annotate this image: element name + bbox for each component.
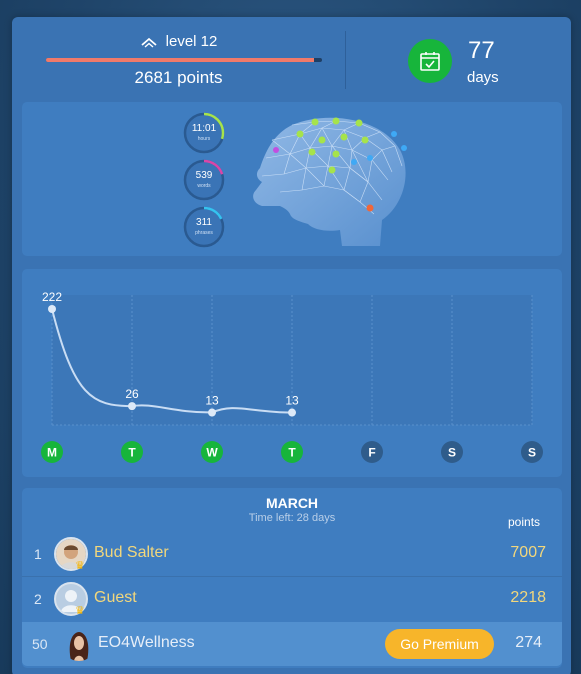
phrases-unit: phrases <box>195 230 213 236</box>
current-user-row[interactable]: 50 EO4Wellness Go Premium 274 <box>22 622 562 666</box>
level-line: level 12 <box>12 33 345 50</box>
chevron-up-icon <box>141 37 157 48</box>
data-point <box>128 402 136 411</box>
day-label: T <box>128 446 136 460</box>
level-block: level 12 2681 points <box>12 17 345 103</box>
player-name[interactable]: EO4Wellness <box>98 634 195 652</box>
phrases-ring: 311 phrases <box>183 206 225 248</box>
phrases-value: 311 <box>196 217 212 228</box>
words-ring: 539 words <box>183 159 225 201</box>
day-label: M <box>47 446 57 460</box>
level-progress-bar <box>46 58 322 62</box>
divider <box>345 31 346 89</box>
words-unit: words <box>197 183 211 189</box>
data-point <box>48 305 56 313</box>
day-label: S <box>528 446 536 460</box>
leaderboard-card: MARCH Time left: 28 days points 1 ♛ Bud … <box>22 488 562 668</box>
leaderboard-row[interactable]: 1 ♛ Bud Salter 7007 <box>22 532 562 576</box>
level-label: level 12 <box>165 33 218 50</box>
stats-header: level 12 2681 points 77 days <box>12 17 571 103</box>
day-label: S <box>448 446 456 460</box>
app-panel: level 12 2681 points 77 days 11:01 hours… <box>12 17 571 674</box>
crown-icon: ♛ <box>75 560 85 572</box>
brain-stats-card: 11:01 hours 539 words 311 phrases <box>22 102 562 256</box>
points-label: 2681 points <box>134 68 223 87</box>
day-label: T <box>288 446 296 460</box>
data-label: 222 <box>42 290 62 304</box>
rank: 1 <box>34 546 42 562</box>
weekly-points-chart: 222 26 13 13 M T W T F S S <box>41 290 543 463</box>
avatar <box>62 627 96 661</box>
data-label: 26 <box>125 387 139 401</box>
player-score: 2218 <box>510 589 546 606</box>
leaderboard-month: MARCH <box>265 495 319 511</box>
player-score: 274 <box>515 634 542 651</box>
rank: 2 <box>34 591 42 607</box>
leaderboard-time-left: Time left: 28 days <box>248 512 336 524</box>
data-label: 13 <box>205 394 219 408</box>
brain-head-illustration <box>253 117 407 246</box>
hours-unit: hours <box>197 136 211 142</box>
data-point <box>288 408 296 417</box>
player-score: 7007 <box>510 544 546 561</box>
go-premium-button[interactable]: Go Premium <box>385 629 494 659</box>
words-value: 539 <box>195 170 213 181</box>
streak-days-label: days <box>467 69 499 86</box>
leaderboard-points-header: points <box>508 515 541 529</box>
leaderboard-row[interactable]: 2 ♛ Guest 2218 <box>22 577 562 621</box>
streak-days-value: 77 <box>468 37 495 64</box>
player-name[interactable]: Bud Salter <box>94 544 169 562</box>
day-label: F <box>368 446 375 460</box>
data-label: 13 <box>285 394 299 408</box>
level-progress-fill <box>46 58 314 62</box>
hours-ring: 11:01 hours <box>183 112 225 154</box>
player-name[interactable]: Guest <box>94 589 137 607</box>
weekly-chart-card: 222 26 13 13 M T W T F S S <box>22 269 562 477</box>
hours-value: 11:01 <box>191 123 217 134</box>
day-label: W <box>206 446 218 460</box>
data-point <box>208 408 216 417</box>
crown-icon: ♛ <box>75 605 85 617</box>
rank: 50 <box>32 636 48 652</box>
calendar-check-icon <box>408 39 452 83</box>
